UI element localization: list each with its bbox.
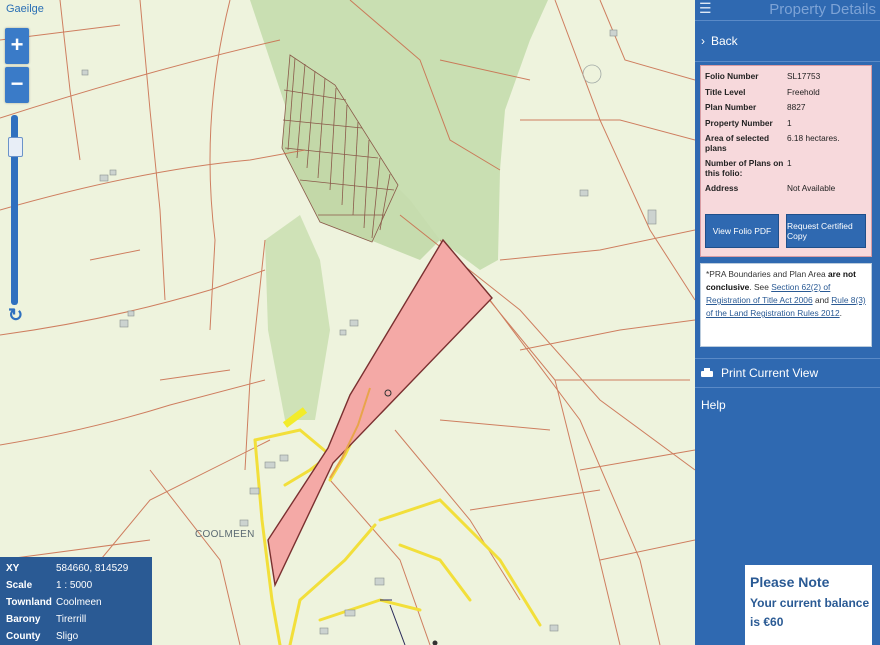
detail-label: Address <box>705 183 739 194</box>
request-certified-copy-button[interactable]: Request Certified Copy <box>786 214 866 248</box>
detail-value: 1 <box>787 117 792 128</box>
detail-point <box>432 640 438 645</box>
detail-value: 1 <box>787 158 792 169</box>
info-row-townland: Townland Coolmeen <box>6 594 152 611</box>
detail-row-title-level: Title Level Freehold <box>705 86 867 98</box>
zoom-out-button[interactable]: − <box>5 67 29 103</box>
zoom-slider-thumb[interactable] <box>8 137 23 157</box>
info-label: Townland <box>6 597 52 608</box>
info-label: Barony <box>6 614 41 625</box>
card-buttons: View Folio PDF Request Certified Copy <box>705 214 866 248</box>
menu-icon[interactable]: ☰ <box>699 0 712 17</box>
info-value: Coolmeen <box>56 597 102 608</box>
detail-label: Number of Plans on this folio: <box>705 158 784 178</box>
print-label: Print Current View <box>721 366 819 380</box>
view-folio-pdf-button[interactable]: View Folio PDF <box>705 214 779 248</box>
boundaries-disclaimer: *PRA Boundaries and Plan Area are not co… <box>700 263 872 347</box>
printer-icon <box>701 368 713 378</box>
location-info-box: XY 584660, 814529 Scale 1 : 5000 Townlan… <box>0 557 152 645</box>
info-row-county: County Sligo <box>6 628 152 645</box>
balance-notice: Please Note Your current balance is €60 <box>745 565 872 645</box>
map-viewport[interactable]: Gaeilge + − ↻ COOLMEEN XY 584660, 814529… <box>0 0 695 645</box>
info-row-xy: XY 584660, 814529 <box>6 560 152 577</box>
chevron-right-icon: › <box>701 34 705 48</box>
disclaimer-and: and <box>814 295 829 306</box>
info-value: 1 : 5000 <box>56 580 93 591</box>
back-label: Back <box>711 34 738 48</box>
detail-label: Area of selected plans <box>705 133 770 153</box>
townland-label: COOLMEEN <box>195 529 255 540</box>
forest-area <box>265 215 330 420</box>
back-button[interactable]: › Back <box>695 21 880 62</box>
panel-header: ☰ Property Details <box>695 0 880 21</box>
detail-row-property-number: Property Number 1 <box>705 117 867 129</box>
zoom-in-button[interactable]: + <box>5 28 29 64</box>
detail-row-folio-number: Folio Number SL17753 <box>705 71 867 82</box>
panel-title: Property Details <box>769 1 876 18</box>
detail-value: 6.18 hectares. <box>787 133 840 144</box>
detail-row-number-of-plans: Number of Plans on this folio: 1 <box>705 158 867 178</box>
map-canvas[interactable] <box>0 0 695 645</box>
disclaimer-end: . <box>839 308 842 319</box>
detail-label: Folio Number <box>705 71 759 81</box>
property-details-panel: ☰ Property Details › Back Folio Number S… <box>695 0 880 645</box>
info-row-scale: Scale 1 : 5000 <box>6 577 152 594</box>
language-toggle-link[interactable]: Gaeilge <box>6 3 44 15</box>
detail-label: Title Level <box>705 86 746 97</box>
info-value: Tirerrill <box>56 614 87 625</box>
detail-value: SL17753 <box>787 71 821 81</box>
disclaimer-lead: *PRA Boundaries and Plan Area <box>706 269 826 279</box>
disclaimer-see: . See <box>749 282 769 293</box>
balance-text: Your current balance is €60 <box>750 596 870 629</box>
print-current-view-button[interactable]: Print Current View <box>695 358 880 388</box>
map-marker <box>582 64 602 84</box>
please-note-title: Please Note <box>750 574 830 590</box>
help-link[interactable]: Help <box>701 398 726 412</box>
detail-value: Freehold <box>787 86 820 97</box>
detail-label: Plan Number <box>705 102 757 113</box>
detail-label: Property Number <box>705 117 773 128</box>
refresh-icon[interactable]: ↻ <box>8 305 23 326</box>
property-details-card: Folio Number SL17753 Title Level Freehol… <box>700 65 872 257</box>
info-row-barony: Barony Tirerrill <box>6 611 152 628</box>
info-label: XY <box>6 563 20 574</box>
detail-value: Not Available <box>787 183 836 194</box>
info-value: Sligo <box>56 631 79 642</box>
detail-value: 8827 <box>787 102 806 113</box>
detail-row-address: Address Not Available <box>705 184 867 194</box>
info-value: 584660, 814529 <box>56 563 129 574</box>
info-label: Scale <box>6 580 33 591</box>
info-label: County <box>6 631 41 642</box>
detail-row-area: Area of selected plans 6.18 hectares. <box>705 133 867 153</box>
detail-row-plan-number: Plan Number 8827 <box>705 103 867 113</box>
